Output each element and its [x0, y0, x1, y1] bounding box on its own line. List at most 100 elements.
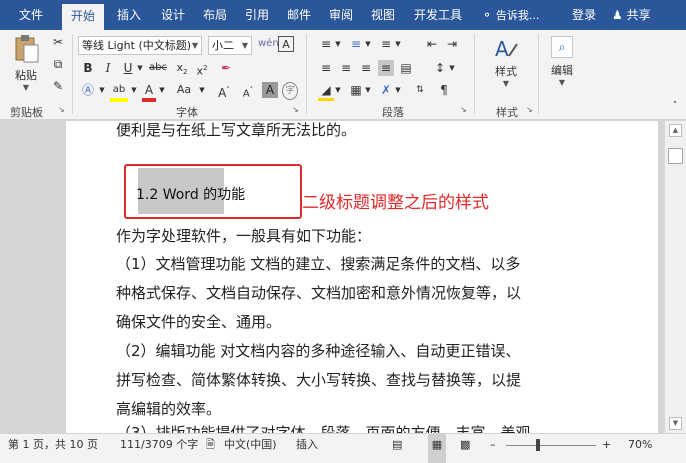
paragraph-line: （2）编辑功能 对文档内容的多种途径输入、自动更正错误、: [116, 342, 521, 360]
login-link[interactable]: 登录: [572, 0, 596, 30]
strikethrough-button[interactable]: abc: [146, 60, 170, 76]
align-right-icon[interactable]: ≡: [358, 60, 374, 76]
read-mode-icon[interactable]: ▤: [392, 434, 402, 463]
word-count[interactable]: 111/3709 个字: [120, 434, 198, 463]
scroll-thumb[interactable]: [668, 148, 683, 164]
increase-indent-icon[interactable]: ⇥: [444, 36, 460, 52]
superscript-button[interactable]: x2: [194, 60, 210, 80]
numbering-icon[interactable]: ≡: [348, 36, 364, 52]
italic-button[interactable]: I: [100, 60, 116, 76]
align-left-icon[interactable]: ≡: [318, 60, 334, 76]
paragraph-line: 确保文件的安全、通用。: [116, 313, 282, 331]
chevron-down-icon[interactable]: ▼: [198, 82, 206, 98]
zoom-level[interactable]: 70%: [628, 434, 652, 463]
chevron-down-icon[interactable]: ▼: [334, 36, 342, 52]
zoom-in-icon[interactable]: +: [602, 434, 611, 463]
font-color-icon[interactable]: A: [142, 82, 156, 102]
tab-file[interactable]: 文件: [14, 0, 48, 30]
phonetic-guide-icon[interactable]: wén: [258, 36, 279, 52]
web-layout-icon[interactable]: ▩: [460, 434, 470, 463]
zoom-out-icon[interactable]: –: [490, 434, 496, 463]
highlight-icon[interactable]: ab: [110, 82, 128, 102]
tab-references[interactable]: 引用: [240, 0, 274, 30]
shading-icon[interactable]: ◢: [318, 82, 334, 101]
heading-2[interactable]: 1.2 Word 的功能: [136, 184, 245, 204]
tab-layout[interactable]: 布局: [198, 0, 232, 30]
zoom-slider-thumb[interactable]: [536, 439, 540, 451]
font-size-select[interactable]: 小二 ▼: [208, 36, 252, 55]
chevron-down-icon[interactable]: ▼: [394, 36, 402, 52]
tab-home[interactable]: 开始: [62, 4, 104, 30]
paragraph-line: 作为字处理软件，一般具有如下功能：: [116, 227, 372, 245]
bullets-icon[interactable]: ≡: [318, 36, 334, 52]
editing-button[interactable]: ⌕ 编辑 ▼: [544, 36, 580, 92]
vertical-scrollbar[interactable]: ▲ ▼: [664, 121, 686, 433]
bold-button[interactable]: B: [80, 60, 96, 76]
clipboard-group-label: 剪贴板: [10, 106, 43, 119]
chinese-layout-icon[interactable]: ✗: [378, 82, 394, 98]
font-launcher-icon[interactable]: ↘: [292, 105, 301, 114]
clipboard-launcher-icon[interactable]: ↘: [58, 105, 67, 114]
tell-me-box[interactable]: ⚬ 告诉我...: [482, 0, 539, 30]
tab-developer[interactable]: 开发工具: [410, 0, 466, 30]
tab-insert[interactable]: 插入: [112, 0, 146, 30]
change-case-button[interactable]: Aa: [170, 82, 198, 98]
zoom-slider-track[interactable]: [506, 445, 596, 446]
tab-view[interactable]: 视图: [366, 0, 400, 30]
cut-icon[interactable]: ✂: [50, 34, 66, 50]
scroll-down-icon[interactable]: ▼: [669, 417, 682, 430]
decrease-indent-icon[interactable]: ⇤: [424, 36, 440, 52]
chevron-down-icon[interactable]: ▼: [158, 82, 166, 98]
chevron-down-icon[interactable]: ▼: [334, 82, 342, 98]
shrink-font-icon[interactable]: A˅: [240, 82, 256, 102]
svg-text:A: A: [495, 37, 509, 60]
language-indicator[interactable]: 中文(中国): [224, 434, 277, 463]
sort-icon[interactable]: ⇅: [412, 82, 428, 98]
chevron-down-icon[interactable]: ▼: [98, 82, 106, 98]
grow-font-icon[interactable]: A˄: [216, 82, 232, 101]
tab-review[interactable]: 审阅: [324, 0, 358, 30]
character-shading-icon[interactable]: A: [262, 82, 278, 98]
paragraph-line: 拼写检查、简体繁体转换、大小写转换、查找与替换等，以提: [116, 371, 522, 389]
insert-mode-indicator[interactable]: 插入: [296, 434, 318, 463]
page-count[interactable]: 第 1 页，共 10 页: [8, 434, 98, 463]
print-layout-icon[interactable]: ▦: [428, 434, 446, 463]
line-spacing-icon[interactable]: ↕: [432, 60, 448, 76]
subscript-button[interactable]: x2: [174, 60, 190, 80]
tab-design[interactable]: 设计: [156, 0, 190, 30]
chevron-down-icon[interactable]: ▼: [364, 36, 372, 52]
format-painter-icon[interactable]: ✎: [50, 78, 66, 94]
underline-button[interactable]: U: [120, 60, 136, 76]
chevron-down-icon[interactable]: ▼: [130, 82, 138, 98]
chevron-down-icon[interactable]: ▼: [448, 60, 456, 76]
chevron-down-icon: ▼: [502, 79, 510, 88]
borders-icon[interactable]: ▦: [348, 82, 364, 98]
paste-dropdown-icon[interactable]: ▼: [8, 83, 44, 92]
tab-mailings[interactable]: 邮件: [282, 0, 316, 30]
show-marks-icon[interactable]: ¶: [436, 82, 452, 98]
document-page[interactable]: 便利是与在纸上写文章所无法比的。 1.2 Word 的功能 二级标题调整之后的样…: [66, 121, 658, 433]
copy-icon[interactable]: ⧉: [50, 56, 66, 72]
scroll-up-icon[interactable]: ▲: [669, 124, 682, 137]
justify-icon[interactable]: ≡: [378, 60, 394, 76]
character-border-icon[interactable]: A: [278, 36, 294, 52]
distributed-icon[interactable]: ▤: [398, 60, 414, 76]
clear-formatting-icon[interactable]: ✒: [218, 60, 234, 76]
annotation-label: 二级标题调整之后的样式: [302, 193, 489, 213]
proofing-icon[interactable]: 🗎: [206, 434, 215, 463]
chevron-down-icon[interactable]: ▼: [136, 60, 144, 76]
separator: [538, 34, 539, 114]
paragraph-launcher-icon[interactable]: ↘: [460, 105, 469, 114]
chevron-down-icon[interactable]: ▼: [364, 82, 372, 98]
styles-button[interactable]: A 样式 ▼: [484, 36, 528, 96]
align-center-icon[interactable]: ≡: [338, 60, 354, 76]
text-effects-icon[interactable]: Ⓐ: [80, 82, 96, 98]
multilevel-list-icon[interactable]: ≡: [378, 36, 394, 52]
enclose-characters-icon[interactable]: 字: [282, 82, 298, 100]
paste-button[interactable]: 粘贴 ▼: [8, 34, 44, 96]
collapse-ribbon-icon[interactable]: ˄: [668, 98, 682, 114]
font-name-select[interactable]: 等线 Light (中文标题) ▼: [78, 36, 202, 55]
share-button[interactable]: ♟ 共享: [612, 0, 651, 30]
styles-launcher-icon[interactable]: ↘: [526, 105, 535, 114]
chevron-down-icon[interactable]: ▼: [394, 82, 402, 98]
